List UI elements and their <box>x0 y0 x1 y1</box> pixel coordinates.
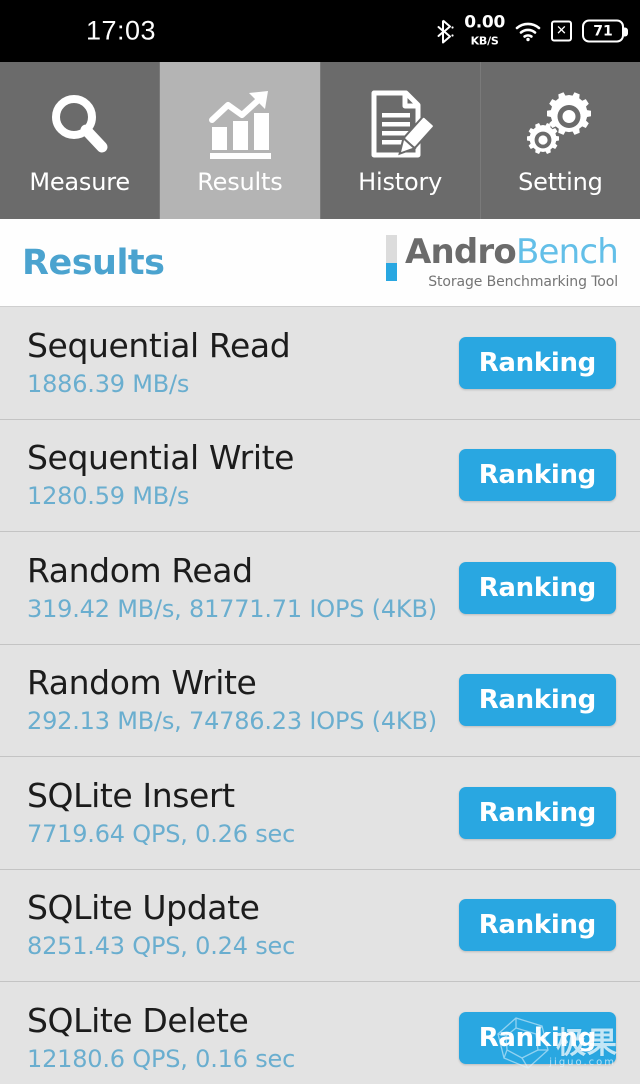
result-title: SQLite Update <box>27 888 260 928</box>
result-row-sqlite-insert: SQLite Insert 7719.64 QPS, 0.26 sec Rank… <box>0 757 640 870</box>
result-row-random-write: Random Write 292.13 MB/s, 74786.23 IOPS … <box>0 644 640 757</box>
tab-measure[interactable]: Measure <box>0 62 161 219</box>
row-text: Sequential Read 1886.39 MB/s <box>27 325 291 398</box>
gears-icon <box>522 86 598 164</box>
ranking-button[interactable]: Ranking <box>458 449 616 502</box>
result-row-random-read: Random Read 319.42 MB/s, 81771.71 IOPS (… <box>0 532 640 645</box>
network-speed-value: 0.00 <box>464 12 505 33</box>
result-title: SQLite Delete <box>27 1001 249 1041</box>
result-value: 319.42 MB/s, 81771.71 IOPS (4KB) <box>27 594 437 623</box>
result-value: 12180.6 QPS, 0.16 sec <box>27 1045 296 1074</box>
androbench-logo: AndroBench Storage Benchmarking Tool <box>385 232 619 290</box>
bar-chart-arrow-icon <box>202 86 278 164</box>
result-title: Sequential Read <box>27 325 291 365</box>
x-box-icon: ✕ <box>551 20 572 42</box>
result-value: 7719.64 QPS, 0.26 sec <box>27 819 296 848</box>
status-clock: 17:03 <box>86 15 157 46</box>
ranking-button[interactable]: Ranking <box>458 674 616 727</box>
result-value: 292.13 MB/s, 74786.23 IOPS (4KB) <box>27 707 437 736</box>
tab-setting-label: Setting <box>518 167 603 196</box>
logo-bench: Bench <box>515 232 619 272</box>
result-title: Sequential Write <box>27 438 295 478</box>
tab-measure-label: Measure <box>29 167 130 196</box>
status-icons: 0.00 KB/S ✕ 71 <box>437 12 628 48</box>
logo-subtitle: Storage Benchmarking Tool <box>428 274 618 290</box>
battery-icon: 71 <box>582 19 628 43</box>
document-pencil-icon <box>362 86 438 164</box>
row-text: Random Read 319.42 MB/s, 81771.71 IOPS (… <box>27 553 437 623</box>
logo-wordmark: AndroBench <box>404 232 619 272</box>
result-value: 1280.59 MB/s <box>27 482 190 511</box>
result-title: Random Write <box>27 663 257 703</box>
row-text: SQLite Delete 12180.6 QPS, 0.16 sec <box>27 1003 295 1073</box>
wifi-icon <box>515 21 541 41</box>
tab-bar: Measure Results History Setting <box>0 62 640 219</box>
result-title: Random Read <box>27 550 253 590</box>
logo-andro: Andro <box>404 232 517 272</box>
tab-history[interactable]: History <box>320 62 481 219</box>
logo-text: AndroBench Storage Benchmarking Tool <box>404 232 619 290</box>
results-list: Sequential Read 1886.39 MB/s Ranking Seq… <box>0 307 640 1084</box>
result-row-sqlite-delete: SQLite Delete 12180.6 QPS, 0.16 sec Rank… <box>0 982 640 1084</box>
ranking-button[interactable]: Ranking <box>458 561 616 614</box>
tab-results[interactable]: Results <box>160 62 321 219</box>
magnifier-icon <box>42 86 118 164</box>
bluetooth-icon <box>437 19 454 43</box>
content-header: Results AndroBench Storage Benchmarking … <box>0 219 640 307</box>
tab-results-label: Results <box>197 167 283 196</box>
row-text: SQLite Update 8251.43 QPS, 0.24 sec <box>27 890 295 960</box>
row-text: SQLite Insert 7719.64 QPS, 0.26 sec <box>27 778 295 848</box>
result-title: SQLite Insert <box>27 775 235 815</box>
result-value: 1886.39 MB/s <box>27 369 190 398</box>
ranking-button[interactable]: Ranking <box>458 899 616 952</box>
battery-level: 71 <box>593 23 613 39</box>
logo-bar-icon <box>385 235 397 281</box>
result-row-sequential-read: Sequential Read 1886.39 MB/s Ranking <box>0 307 640 420</box>
page-title: Results <box>22 242 165 283</box>
network-speed-unit: KB/S <box>470 34 499 48</box>
status-bar: 17:03 0.00 KB/S ✕ 71 <box>0 0 640 62</box>
ranking-button[interactable]: Ranking <box>458 336 616 389</box>
row-text: Sequential Write 1280.59 MB/s <box>27 440 294 510</box>
ranking-button[interactable]: Ranking <box>458 786 616 839</box>
tab-history-label: History <box>358 167 443 196</box>
network-speed: 0.00 KB/S <box>464 12 505 48</box>
result-row-sqlite-update: SQLite Update 8251.43 QPS, 0.24 sec Rank… <box>0 869 640 982</box>
result-value: 8251.43 QPS, 0.24 sec <box>27 932 296 961</box>
app-root: 17:03 0.00 KB/S ✕ 71 Measure Results His… <box>0 0 640 1084</box>
ranking-button[interactable]: Ranking <box>458 1012 616 1065</box>
tab-setting[interactable]: Setting <box>480 62 640 219</box>
result-row-sequential-write: Sequential Write 1280.59 MB/s Ranking <box>0 419 640 532</box>
row-text: Random Write 292.13 MB/s, 74786.23 IOPS … <box>27 665 437 735</box>
